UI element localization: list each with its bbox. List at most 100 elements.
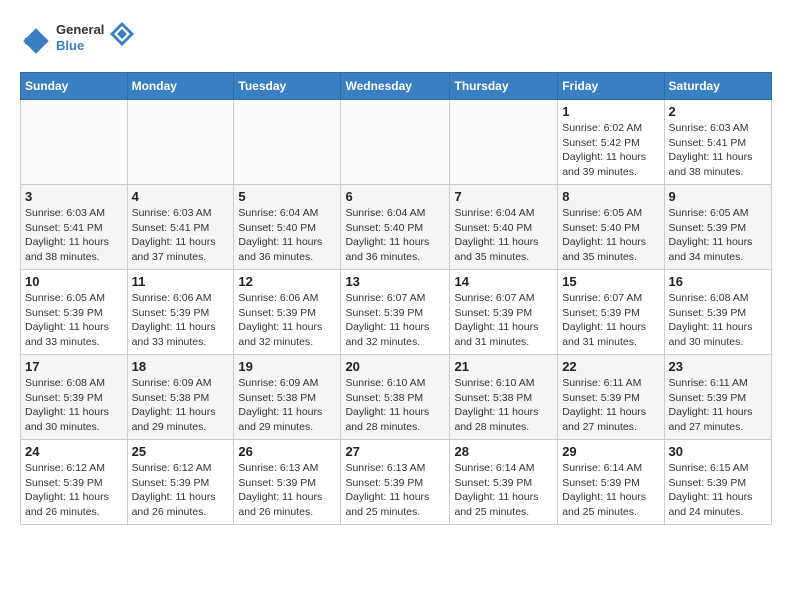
day-number: 20 [345,359,445,374]
day-info: Sunrise: 6:03 AM Sunset: 5:41 PM Dayligh… [132,206,230,265]
day-info: Sunrise: 6:04 AM Sunset: 5:40 PM Dayligh… [345,206,445,265]
calendar-cell: 23 Sunrise: 6:11 AM Sunset: 5:39 PM Dayli… [664,355,771,440]
calendar-cell [234,100,341,185]
day-number: 4 [132,189,230,204]
day-number: 23 [669,359,767,374]
calendar-cell: 13Sunrise: 6:07 AM Sunset: 5:39 PM Dayli… [341,270,450,355]
calendar-cell: 19Sunrise: 6:09 AM Sunset: 5:38 PM Dayli… [234,355,341,440]
day-number: 18 [132,359,230,374]
calendar-cell: 4 Sunrise: 6:03 AM Sunset: 5:41 PM Daylig… [127,185,234,270]
calendar-cell: 5 Sunrise: 6:04 AM Sunset: 5:40 PM Daylig… [234,185,341,270]
day-number: 5 [238,189,336,204]
calendar-cell: 27 Sunrise: 6:13 AM Sunset: 5:39 PM Dayli… [341,440,450,525]
weekday-tuesday: Tuesday [234,73,341,100]
calendar-week-2: 3 Sunrise: 6:03 AM Sunset: 5:41 PM Daylig… [21,185,772,270]
calendar-cell: 25Sunrise: 6:12 AM Sunset: 5:39 PM Dayli… [127,440,234,525]
calendar-cell: 2 Sunrise: 6:03 AM Sunset: 5:41 PM Daylig… [664,100,771,185]
calendar-table: SundayMondayTuesdayWednesdayThursdayFrid… [20,72,772,525]
day-number: 26 [238,444,336,459]
calendar-cell: 14 Sunrise: 6:07 AM Sunset: 5:39 PM Dayli… [450,270,558,355]
calendar-cell: 6 Sunrise: 6:04 AM Sunset: 5:40 PM Daylig… [341,185,450,270]
calendar-week-5: 24 Sunrise: 6:12 AM Sunset: 5:39 PM Dayli… [21,440,772,525]
calendar-body: 1 Sunrise: 6:02 AM Sunset: 5:42 PM Daylig… [21,100,772,525]
calendar-cell [21,100,128,185]
day-info: Sunrise: 6:05 AM Sunset: 5:40 PM Dayligh… [562,206,659,265]
day-info: Sunrise: 6:08 AM Sunset: 5:39 PM Dayligh… [25,376,123,435]
svg-text:General: General [56,22,104,37]
day-info: Sunrise: 6:02 AM Sunset: 5:42 PM Dayligh… [562,121,659,180]
calendar-cell [127,100,234,185]
day-number: 22 [562,359,659,374]
day-info: Sunrise: 6:12 AM Sunset: 5:39 PM Dayligh… [25,461,123,520]
day-number: 10 [25,274,123,289]
logo-icon [20,25,52,57]
calendar-cell [341,100,450,185]
day-number: 11 [132,274,230,289]
day-number: 16 [669,274,767,289]
day-info: Sunrise: 6:14 AM Sunset: 5:39 PM Dayligh… [562,461,659,520]
day-info: Sunrise: 6:04 AM Sunset: 5:40 PM Dayligh… [238,206,336,265]
calendar-cell: 28 Sunrise: 6:14 AM Sunset: 5:39 PM Dayli… [450,440,558,525]
weekday-sunday: Sunday [21,73,128,100]
day-number: 19 [238,359,336,374]
day-info: Sunrise: 6:03 AM Sunset: 5:41 PM Dayligh… [25,206,123,265]
calendar-cell: 26Sunrise: 6:13 AM Sunset: 5:39 PM Dayli… [234,440,341,525]
day-number: 13 [345,274,445,289]
day-number: 25 [132,444,230,459]
weekday-wednesday: Wednesday [341,73,450,100]
calendar-cell: 15 Sunrise: 6:07 AM Sunset: 5:39 PM Dayli… [558,270,664,355]
calendar-cell: 1 Sunrise: 6:02 AM Sunset: 5:42 PM Daylig… [558,100,664,185]
day-number: 17 [25,359,123,374]
weekday-monday: Monday [127,73,234,100]
day-info: Sunrise: 6:05 AM Sunset: 5:39 PM Dayligh… [25,291,123,350]
day-info: Sunrise: 6:06 AM Sunset: 5:39 PM Dayligh… [132,291,230,350]
calendar-cell: 29 Sunrise: 6:14 AM Sunset: 5:39 PM Dayli… [558,440,664,525]
day-info: Sunrise: 6:10 AM Sunset: 5:38 PM Dayligh… [454,376,553,435]
svg-text:Blue: Blue [56,38,84,53]
day-number: 7 [454,189,553,204]
calendar-cell: 9Sunrise: 6:05 AM Sunset: 5:39 PM Daylig… [664,185,771,270]
weekday-friday: Friday [558,73,664,100]
day-number: 24 [25,444,123,459]
calendar-week-4: 17 Sunrise: 6:08 AM Sunset: 5:39 PM Dayli… [21,355,772,440]
day-number: 2 [669,104,767,119]
calendar-cell: 11 Sunrise: 6:06 AM Sunset: 5:39 PM Dayli… [127,270,234,355]
day-info: Sunrise: 6:07 AM Sunset: 5:39 PM Dayligh… [562,291,659,350]
day-number: 14 [454,274,553,289]
day-number: 1 [562,104,659,119]
day-info: Sunrise: 6:14 AM Sunset: 5:39 PM Dayligh… [454,461,553,520]
calendar-cell: 10 Sunrise: 6:05 AM Sunset: 5:39 PM Dayli… [21,270,128,355]
calendar-cell: 21Sunrise: 6:10 AM Sunset: 5:38 PM Dayli… [450,355,558,440]
day-info: Sunrise: 6:06 AM Sunset: 5:39 PM Dayligh… [238,291,336,350]
day-info: Sunrise: 6:04 AM Sunset: 5:40 PM Dayligh… [454,206,553,265]
logo: General Blue [20,20,136,62]
day-info: Sunrise: 6:11 AM Sunset: 5:39 PM Dayligh… [669,376,767,435]
day-info: Sunrise: 6:08 AM Sunset: 5:39 PM Dayligh… [669,291,767,350]
day-info: Sunrise: 6:15 AM Sunset: 5:39 PM Dayligh… [669,461,767,520]
day-number: 27 [345,444,445,459]
weekday-saturday: Saturday [664,73,771,100]
day-number: 28 [454,444,553,459]
day-number: 29 [562,444,659,459]
calendar-week-1: 1 Sunrise: 6:02 AM Sunset: 5:42 PM Daylig… [21,100,772,185]
calendar-cell: 18 Sunrise: 6:09 AM Sunset: 5:38 PM Dayli… [127,355,234,440]
day-number: 6 [345,189,445,204]
calendar-cell: 7 Sunrise: 6:04 AM Sunset: 5:40 PM Daylig… [450,185,558,270]
calendar-cell: 22Sunrise: 6:11 AM Sunset: 5:39 PM Dayli… [558,355,664,440]
day-info: Sunrise: 6:03 AM Sunset: 5:41 PM Dayligh… [669,121,767,180]
calendar-cell: 12Sunrise: 6:06 AM Sunset: 5:39 PM Dayli… [234,270,341,355]
weekday-thursday: Thursday [450,73,558,100]
day-info: Sunrise: 6:13 AM Sunset: 5:39 PM Dayligh… [345,461,445,520]
day-info: Sunrise: 6:07 AM Sunset: 5:39 PM Dayligh… [454,291,553,350]
calendar-cell [450,100,558,185]
general-blue-logo: General Blue [56,20,136,62]
page-header: General Blue [20,20,772,62]
day-info: Sunrise: 6:09 AM Sunset: 5:38 PM Dayligh… [132,376,230,435]
day-number: 15 [562,274,659,289]
calendar-cell: 24 Sunrise: 6:12 AM Sunset: 5:39 PM Dayli… [21,440,128,525]
day-number: 3 [25,189,123,204]
calendar-cell: 30Sunrise: 6:15 AM Sunset: 5:39 PM Dayli… [664,440,771,525]
calendar-cell: 3 Sunrise: 6:03 AM Sunset: 5:41 PM Daylig… [21,185,128,270]
day-number: 8 [562,189,659,204]
calendar-cell: 20Sunrise: 6:10 AM Sunset: 5:38 PM Dayli… [341,355,450,440]
